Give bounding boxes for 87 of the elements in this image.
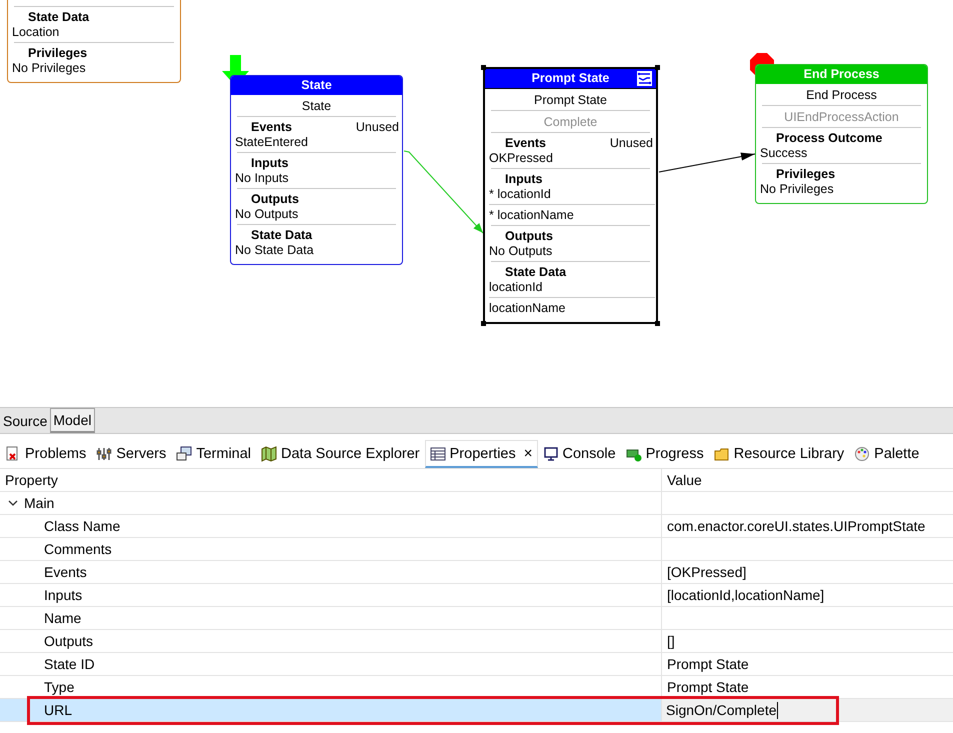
section-heading: Privileges	[28, 46, 88, 60]
close-icon[interactable]: ×	[524, 445, 532, 462]
property-value: [OKPressed]	[667, 564, 746, 580]
view-tab[interactable]: Servers	[91, 440, 172, 468]
view-tab[interactable]: Resource Library	[708, 440, 850, 468]
section-item: No Outputs	[235, 206, 300, 222]
node-action: UIEndProcessAction	[783, 109, 900, 126]
property-row[interactable]: State ID Prompt State	[0, 653, 953, 676]
property-name: Events	[44, 563, 87, 582]
section-status: Unused	[610, 136, 653, 150]
section-heading: Events	[251, 120, 292, 134]
section-heading: State Data	[251, 228, 312, 242]
property-row[interactable]: Name	[0, 607, 953, 630]
section-heading: Outputs	[505, 229, 553, 243]
property-value: Prompt State	[667, 656, 749, 672]
editor-tab[interactable]: Source	[0, 409, 50, 433]
section-heading: State Data	[28, 10, 90, 24]
section-item: * locationId	[489, 186, 552, 202]
property-value: [locationId,locationName]	[667, 587, 824, 603]
section-item: Location	[12, 24, 60, 40]
section-status: Unused	[356, 120, 399, 134]
node-title: Prompt State	[532, 71, 610, 85]
section-item: Success	[760, 145, 808, 161]
property-name: Name	[44, 609, 82, 628]
property-value: com.enactor.coreUI.states.UIPromptState	[667, 518, 926, 534]
section-item: locationName	[489, 300, 566, 316]
property-row[interactable]: Comments	[0, 538, 953, 561]
property-row[interactable]: Inputs [locationId,locationName]	[0, 584, 953, 607]
property-row[interactable]: Events [OKPressed]	[0, 561, 953, 584]
value-field[interactable]: SignOn/Complete	[662, 699, 953, 721]
transitions-icon	[637, 71, 652, 86]
property-value: []	[667, 633, 675, 649]
section-item: locationId	[489, 279, 544, 295]
view-tab[interactable]: Progress	[620, 440, 709, 468]
section-item: * locationName	[489, 207, 575, 223]
property-row[interactable]: URL SignOn/Complete	[0, 699, 953, 722]
view-tab[interactable]: Data Source Explorer	[256, 440, 425, 468]
section-item: No Outputs	[489, 243, 554, 259]
node-title: State	[301, 78, 332, 92]
section-heading: Outputs	[251, 192, 299, 206]
property-name: Outputs	[44, 632, 94, 651]
section-heading: Inputs	[505, 172, 542, 186]
view-tab[interactable]: Palette	[849, 440, 924, 468]
map-icon	[261, 446, 278, 462]
monitor-icon	[542, 446, 558, 462]
node-action: Complete	[542, 114, 598, 131]
group-label: Main	[24, 494, 54, 513]
column-header: Value	[666, 471, 703, 490]
view-tab[interactable]: Terminal	[171, 440, 256, 468]
property-name: Class Name	[44, 517, 120, 536]
section-item: No State Data	[235, 242, 315, 258]
state-node[interactable]: State Data Location Privileges No Privileges	[7, 0, 181, 83]
section-heading: Process Outcome	[776, 131, 882, 145]
section-heading: Events	[505, 136, 546, 150]
table-icon	[430, 446, 446, 462]
chevron-icon[interactable]	[8, 498, 18, 508]
property-value: Prompt State	[667, 679, 749, 695]
palette-icon	[854, 446, 870, 462]
section-heading: Privileges	[776, 167, 836, 181]
property-name: Inputs	[44, 586, 82, 605]
state-node[interactable]: End Process End Process UIEndProcessAction Process Outcome Success Privileges No Privileges	[755, 64, 928, 204]
state-node[interactable]: Prompt State Prompt State Complete Events Unused OKPressed Inputs * locationId * locationName Outputs No Outputs State Data locationId locationName	[483, 67, 658, 324]
section-item: No Privileges	[760, 181, 835, 197]
editor-tab[interactable]: Model	[50, 408, 94, 433]
node-name: Prompt State	[533, 92, 608, 109]
view-tab[interactable]: Problems	[0, 440, 92, 468]
windows-icon	[176, 446, 192, 462]
property-name: URL	[44, 701, 72, 720]
folder-icon	[714, 446, 730, 462]
section-item: No Inputs	[235, 170, 290, 186]
state-node[interactable]: State State Events Unused StateEntered Inputs No Inputs Outputs No Outputs State Data No State Data	[230, 75, 403, 265]
sliders-icon	[96, 446, 112, 462]
property-name: Type	[44, 678, 74, 697]
property-row[interactable]: Class Name com.enactor.coreUI.states.UIPromptState	[0, 515, 953, 538]
section-heading: Inputs	[251, 156, 288, 170]
node-name: End Process	[805, 87, 878, 104]
view-tab[interactable]: Properties ×	[424, 440, 538, 468]
node-name: State	[300, 98, 332, 115]
property-name: State ID	[44, 655, 95, 674]
section-item: OKPressed	[489, 150, 554, 166]
property-name: Comments	[44, 540, 112, 559]
section-heading: State Data	[505, 265, 566, 279]
section-item: StateEntered	[235, 134, 309, 150]
property-row[interactable]: Outputs []	[0, 630, 953, 653]
section-item: No Privileges	[12, 60, 87, 76]
view-tab[interactable]: Console	[538, 440, 621, 468]
node-title: End Process	[804, 67, 880, 81]
